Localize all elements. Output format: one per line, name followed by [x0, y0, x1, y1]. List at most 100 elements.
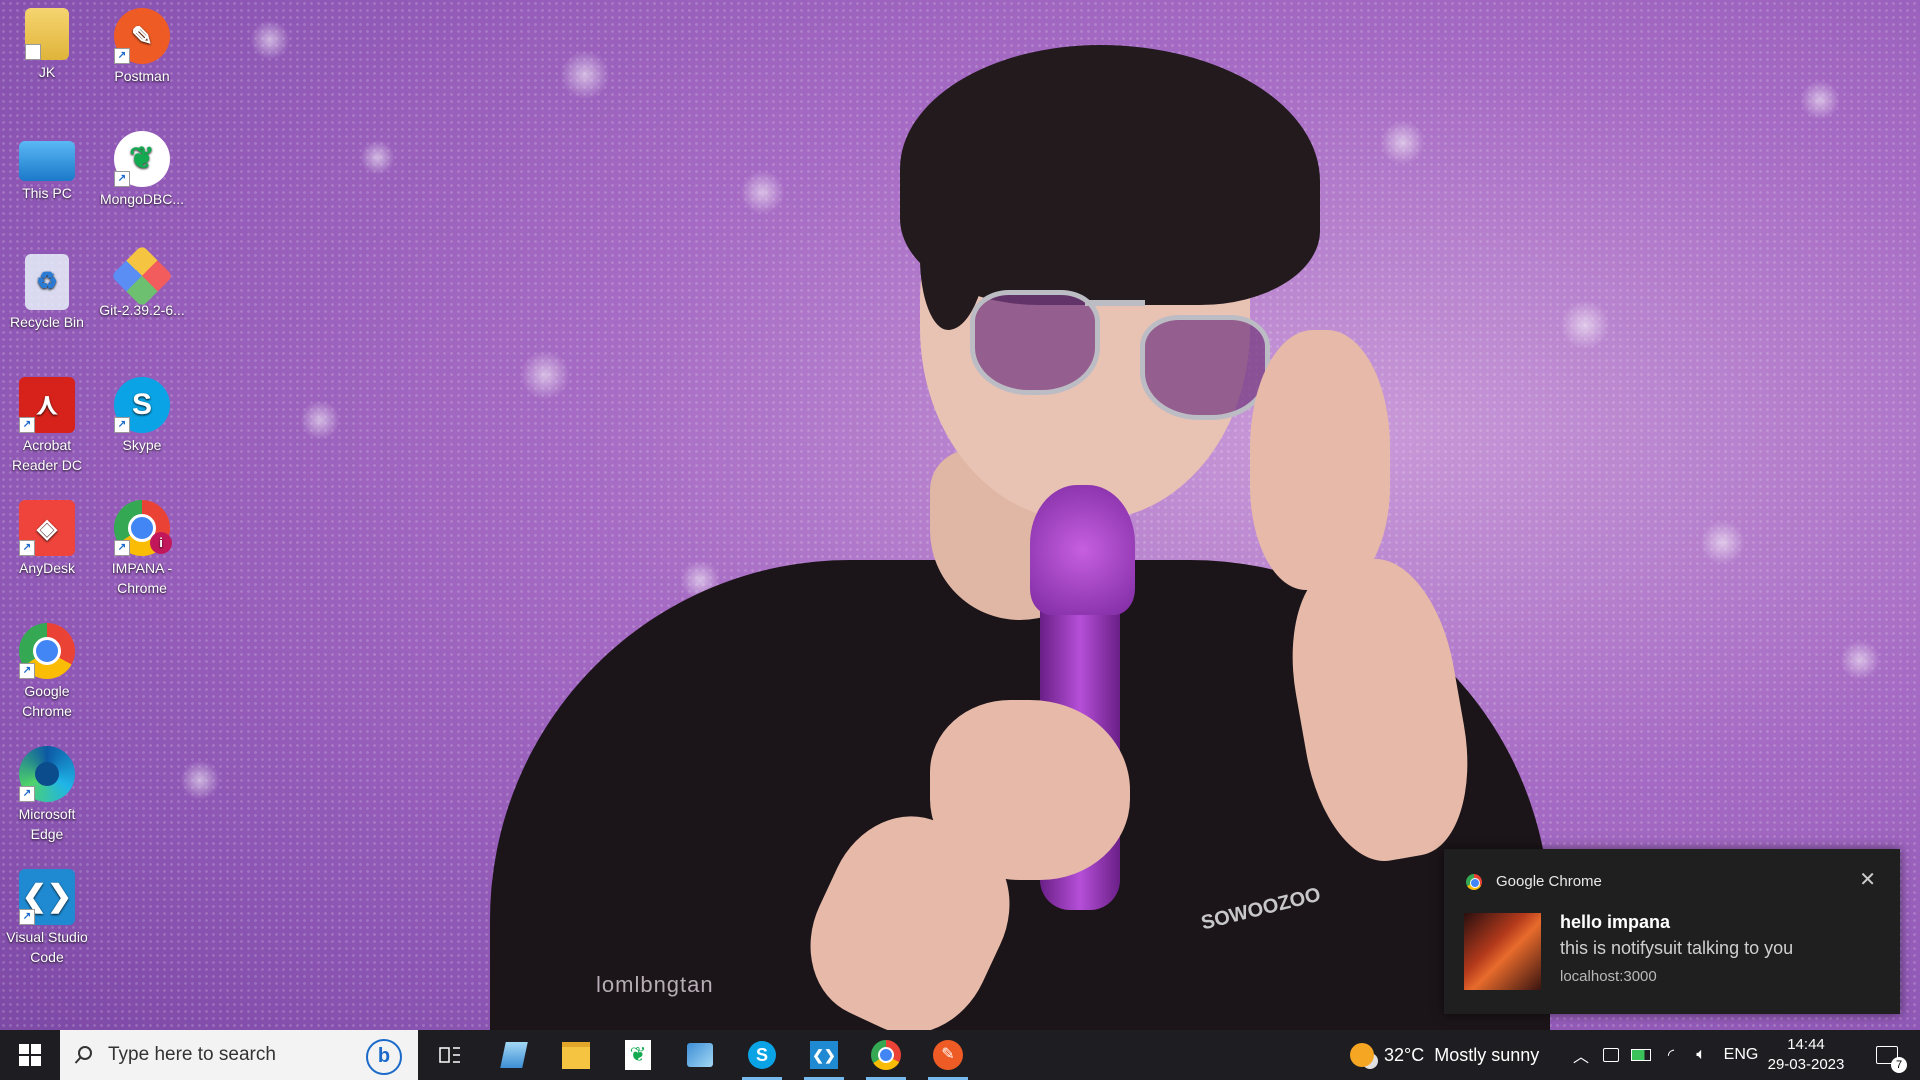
- tray-clock[interactable]: 14:44 29-03-2023: [1766, 1030, 1846, 1080]
- desktop-icon-this-pc[interactable]: This PC: [2, 131, 92, 203]
- desktop-icon-impana-chrome[interactable]: i ↗ IMPANA - Chrome: [97, 500, 187, 598]
- taskbar: Type here to search b ❦ S ❮❯ ✎ 32°C Most…: [0, 1030, 1920, 1080]
- desktop-icon-jk[interactable]: JK: [2, 8, 92, 82]
- taskbar-app-network[interactable]: [674, 1030, 726, 1080]
- skype-icon: S: [748, 1041, 776, 1069]
- speaker-icon: 🔈︎: [1696, 1046, 1706, 1063]
- desktop-icon-label: AnyDesk: [18, 560, 76, 576]
- search-placeholder: Type here to search: [108, 1044, 276, 1065]
- notification-image: [1464, 913, 1541, 990]
- desktop-icon-google-chrome[interactable]: ↗ Google Chrome: [2, 623, 92, 721]
- desktop-icon-git-installer[interactable]: Git-2.39.2-6...: [97, 244, 187, 320]
- clock-date: 29-03-2023: [1767, 1056, 1845, 1073]
- anydesk-icon: ◈ ↗: [19, 500, 75, 556]
- camera-icon: [1603, 1048, 1619, 1062]
- installer-icon: [110, 244, 174, 308]
- taskbar-app-chrome[interactable]: [860, 1030, 912, 1080]
- search-box[interactable]: Type here to search b: [60, 1030, 418, 1080]
- network-app-icon: [687, 1043, 713, 1067]
- wallpaper-forearm: [1275, 548, 1485, 872]
- notification-count: 7: [1891, 1057, 1907, 1073]
- sunglasses-bridge: [1085, 300, 1145, 306]
- wifi-icon: ◜: [1667, 1047, 1675, 1064]
- weather-widget[interactable]: 32°C Mostly sunny: [1350, 1030, 1550, 1080]
- folder-icon: [562, 1041, 590, 1069]
- taskbar-app-skype[interactable]: S: [736, 1030, 788, 1080]
- desktop-icon-skype[interactable]: S ↗ Skype: [97, 377, 187, 455]
- notepad-icon: [500, 1042, 528, 1068]
- notification-icon: 7: [1876, 1046, 1907, 1073]
- wallpaper-shirt-text: SOWOOZOO: [1199, 883, 1323, 935]
- desktop-icon-anydesk[interactable]: ◈ ↗ AnyDesk: [2, 500, 92, 578]
- bing-icon[interactable]: b: [366, 1039, 402, 1075]
- wallpaper-raised-hand: [1250, 330, 1390, 590]
- chrome-icon: [1466, 874, 1482, 890]
- tray-wifi[interactable]: ◜: [1658, 1030, 1684, 1080]
- windows-logo-icon: [19, 1044, 41, 1066]
- desktop-icon-label: Visual Studio Code: [6, 929, 88, 965]
- clock-time: 14:44: [1787, 1036, 1825, 1053]
- wallpaper-mic-hand: [930, 700, 1130, 880]
- wallpaper-neck: [930, 450, 1110, 620]
- desktop-icon-label: Skype: [122, 437, 162, 453]
- action-center-button[interactable]: 7: [1862, 1030, 1912, 1080]
- chrome-notification-toast[interactable]: Google Chrome ✕ hello impana this is not…: [1444, 849, 1900, 1014]
- wallpaper-face: [920, 120, 1250, 520]
- notification-app-name: Google Chrome: [1496, 873, 1602, 890]
- taskbar-app-file-explorer[interactable]: [550, 1030, 602, 1080]
- show-hidden-icons-button[interactable]: ︿: [1568, 1030, 1594, 1080]
- search-icon: [74, 1046, 92, 1064]
- chevron-up-icon: ︿: [1572, 1049, 1589, 1066]
- desktop-icon-postman[interactable]: ✎ ↗ Postman: [97, 8, 187, 86]
- chrome-profile-icon: i ↗: [114, 500, 172, 556]
- task-view-icon: [439, 1047, 460, 1063]
- desktop-icon-label: Postman: [114, 68, 170, 84]
- desktop-icon-recycle-bin[interactable]: ♻ Recycle Bin: [2, 254, 92, 332]
- desktop-icon-vscode[interactable]: ❮❯ ↗ Visual Studio Code: [2, 869, 92, 967]
- taskbar-app-postman[interactable]: ✎: [922, 1030, 974, 1080]
- tray-language[interactable]: ENG: [1720, 1030, 1762, 1080]
- battery-icon: [1631, 1049, 1651, 1061]
- postman-icon: ✎: [933, 1040, 963, 1070]
- start-button[interactable]: [0, 1030, 60, 1080]
- recycle-bin-icon: ♻: [25, 254, 69, 310]
- desktop-icon-label: JK: [38, 64, 56, 80]
- tray-battery[interactable]: [1628, 1030, 1654, 1080]
- acrobat-icon: ⋏ ↗: [19, 377, 75, 433]
- taskbar-app-notepad[interactable]: [488, 1030, 540, 1080]
- microphone-head: [1030, 485, 1135, 615]
- chrome-icon: ↗: [19, 623, 75, 679]
- notification-source: localhost:3000: [1560, 968, 1657, 985]
- tray-volume[interactable]: 🔈︎: [1688, 1030, 1714, 1080]
- folder-icon: [25, 8, 69, 60]
- taskbar-app-mongodb[interactable]: ❦: [612, 1030, 664, 1080]
- vscode-icon: ❮❯ ↗: [19, 869, 75, 925]
- weather-description: Mostly sunny: [1434, 1044, 1540, 1065]
- desktop-icon-label: Acrobat Reader DC: [11, 437, 83, 473]
- desktop-icon-acrobat[interactable]: ⋏ ↗ Acrobat Reader DC: [2, 377, 92, 475]
- desktop-icon-label: Google Chrome: [22, 683, 72, 719]
- vscode-icon: ❮❯: [810, 1041, 838, 1069]
- mongodb-leaf-icon: ❦: [625, 1040, 651, 1070]
- desktop-icon-mongodb-compass[interactable]: ❦ ↗ MongoDBC...: [97, 131, 187, 209]
- wallpaper-hair: [900, 45, 1320, 305]
- desktop-icon-microsoft-edge[interactable]: ↗ Microsoft Edge: [2, 746, 92, 844]
- chrome-icon: [871, 1040, 901, 1070]
- language-indicator: ENG: [1723, 1046, 1759, 1063]
- notification-title: hello impana: [1560, 912, 1671, 932]
- task-view-button[interactable]: [424, 1030, 476, 1080]
- sunglasses-left-lens: [970, 290, 1100, 395]
- wallpaper-hair-side: [920, 150, 990, 330]
- tray-meet-now[interactable]: [1598, 1030, 1624, 1080]
- desktop-icon-label: This PC: [22, 185, 72, 201]
- desktop-icon-label: IMPANA - Chrome: [111, 560, 173, 596]
- microphone-body: [1040, 600, 1120, 910]
- weather-temperature: 32°C: [1384, 1044, 1425, 1065]
- taskbar-app-vscode[interactable]: ❮❯: [798, 1030, 850, 1080]
- skype-icon: S ↗: [114, 377, 170, 433]
- computer-icon: [19, 141, 75, 181]
- desktop-icon-label: Recycle Bin: [10, 314, 84, 330]
- sun-cloud-icon: [1350, 1043, 1374, 1067]
- close-icon[interactable]: ✕: [1859, 867, 1876, 892]
- wallpaper-shirt: [490, 560, 1550, 1030]
